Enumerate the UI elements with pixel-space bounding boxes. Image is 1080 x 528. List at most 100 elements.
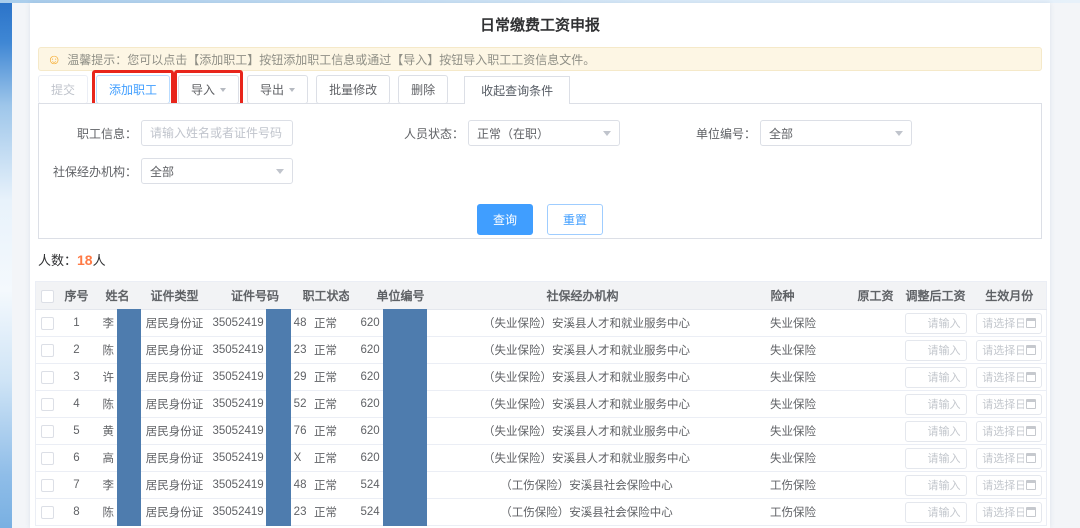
adjusted-wage-input[interactable]: 请输入 <box>904 474 967 496</box>
effective-month-input[interactable]: 请选择日期 <box>976 339 1043 361</box>
redaction-bar <box>265 390 291 418</box>
row-checkbox[interactable] <box>41 478 55 492</box>
person-status-select[interactable]: 正常（在职） <box>468 120 620 146</box>
redaction-bar <box>117 417 141 445</box>
effective-month-input[interactable]: 请选择日期 <box>976 447 1043 469</box>
effective-month-input[interactable]: 请选择日期 <box>976 501 1043 523</box>
row-checkbox[interactable] <box>41 451 55 465</box>
employee-info-label: 职工信息： <box>76 126 137 141</box>
effective-month-input[interactable]: 请选择日期 <box>976 474 1043 496</box>
cell-unit-number: 620 <box>348 363 453 391</box>
row-checkbox[interactable] <box>41 424 55 438</box>
chevron-down-icon <box>289 87 296 92</box>
people-count: 人数：18人 <box>38 252 106 268</box>
cell-id-type: 居民身份证 <box>141 390 208 418</box>
adjusted-wage-input[interactable]: 请输入 <box>904 447 967 469</box>
cell-unit-number: 620 <box>348 417 453 445</box>
select-all-checkbox[interactable] <box>41 289 55 303</box>
effective-month-input[interactable]: 请选择日期 <box>976 420 1043 442</box>
cell-status: 正常 <box>302 417 349 445</box>
redaction-bar <box>117 471 141 499</box>
cell-original-wage <box>852 363 899 391</box>
cell-agency: （失业保险）安溪县人才和就业服务中心 <box>452 390 713 418</box>
redaction-bar <box>265 417 291 445</box>
redaction-bar <box>117 444 141 472</box>
effective-month-input[interactable]: 请选择日期 <box>976 366 1043 388</box>
adjusted-wage-input[interactable]: 请输入 <box>904 366 967 388</box>
adjusted-wage-input[interactable]: 请输入 <box>904 393 967 415</box>
tip-text: 温馨提示：您可以点击【添加职工】按钮添加职工信息或通过【导入】按钮导入职工工资信… <box>67 52 596 67</box>
redaction-bar <box>117 498 141 526</box>
effective-month-input[interactable]: 请选择日期 <box>976 312 1043 334</box>
cell-insurance-type: 失业保险 <box>712 444 853 472</box>
cell-name: 陈 <box>93 390 142 418</box>
employee-table: 序号 姓名 证件类型 证件号码 职工状态 单位编号 社保经办机构 险种 原工资 调整后工资 生效月份… <box>35 281 1047 526</box>
adjusted-wage-input[interactable]: 请输入 <box>904 420 967 442</box>
cell-id-number: 35052419 52 <box>207 390 306 418</box>
search-button[interactable]: 查询 <box>476 204 533 235</box>
cell-id-type: 居民身份证 <box>141 444 208 472</box>
redaction-bar <box>382 336 427 364</box>
cell-sequence: 2 <box>59 336 94 364</box>
effective-month-input[interactable]: 请选择日期 <box>976 393 1043 415</box>
cell-status: 正常 <box>302 498 349 526</box>
cell-id-number: 35052419 48 <box>207 309 306 337</box>
cell-agency: （工伤保险）安溪县社会保险中心 <box>452 498 713 526</box>
cell-sequence: 5 <box>59 417 94 445</box>
redaction-bar <box>382 417 427 445</box>
employee-info-input[interactable] <box>141 120 293 146</box>
cell-insurance-type: 失业保险 <box>712 417 853 445</box>
chevron-down-icon <box>276 168 284 174</box>
collapse-query-tab[interactable]: 收起查询条件 <box>464 76 571 104</box>
cell-original-wage <box>852 471 899 499</box>
background-gradient-strip <box>0 0 12 528</box>
adjusted-wage-input[interactable]: 请输入 <box>904 312 967 334</box>
cell-insurance-type: 失业保险 <box>712 309 853 337</box>
cell-id-number: 35052419 23 <box>207 498 306 526</box>
cell-name: 陈 <box>93 336 142 364</box>
unit-number-select[interactable]: 全部 <box>760 120 912 146</box>
submit-button[interactable]: 提交 <box>38 75 89 104</box>
row-checkbox[interactable] <box>41 316 55 330</box>
cell-status: 正常 <box>302 309 349 337</box>
cell-id-type: 居民身份证 <box>141 336 208 364</box>
cell-name: 高 <box>93 444 142 472</box>
batch-edit-button[interactable]: 批量修改 <box>316 75 391 104</box>
cell-original-wage <box>852 498 899 526</box>
redaction-bar <box>265 471 291 499</box>
agency-select[interactable]: 全部 <box>141 158 293 184</box>
row-checkbox[interactable] <box>41 370 55 384</box>
calendar-icon <box>1026 426 1037 436</box>
table-row: 3 许 居民身份证 35052419 29 正常 620 （失业保险）安溪县人才和… <box>35 363 1047 391</box>
cell-id-type: 居民身份证 <box>141 471 208 499</box>
row-checkbox[interactable] <box>41 505 55 519</box>
cell-name: 李 <box>93 309 142 337</box>
reset-button[interactable]: 重置 <box>547 204 604 235</box>
redaction-bar <box>382 444 427 472</box>
chevron-down-icon <box>220 87 227 92</box>
row-checkbox[interactable] <box>41 343 55 357</box>
redaction-bar <box>382 390 427 418</box>
adjusted-wage-input[interactable]: 请输入 <box>904 339 967 361</box>
add-employee-button[interactable]: 添加职工 <box>96 75 171 104</box>
import-button[interactable]: 导入 <box>178 75 240 104</box>
cell-insurance-type: 失业保险 <box>712 390 853 418</box>
table-row: 6 高 居民身份证 35052419 X 正常 620 （失业保险）安溪县人才和就… <box>35 444 1047 472</box>
adjusted-wage-input[interactable]: 请输入 <box>904 501 967 523</box>
query-panel: 职工信息： 人员状态： 正常（在职） 单位编号： 全部 社保经办机构： 全部 <box>38 103 1042 239</box>
cell-status: 正常 <box>302 336 349 364</box>
column-header: 单位编号 <box>348 281 453 310</box>
count-value: 18 <box>77 252 93 268</box>
export-button[interactable]: 导出 <box>247 75 309 104</box>
cell-agency: （失业保险）安溪县人才和就业服务中心 <box>452 363 713 391</box>
cell-insurance-type: 失业保险 <box>712 336 853 364</box>
calendar-icon <box>1026 453 1037 463</box>
delete-button[interactable]: 删除 <box>398 75 449 104</box>
column-header: 原工资 <box>852 281 899 310</box>
page-title: 日常缴费工资申报 <box>479 17 600 34</box>
cell-id-number: 35052419 48 <box>207 471 306 499</box>
column-header: 调整后工资 <box>898 281 973 310</box>
calendar-icon <box>1026 318 1037 328</box>
cell-unit-number: 620 <box>348 390 453 418</box>
row-checkbox[interactable] <box>41 397 55 411</box>
